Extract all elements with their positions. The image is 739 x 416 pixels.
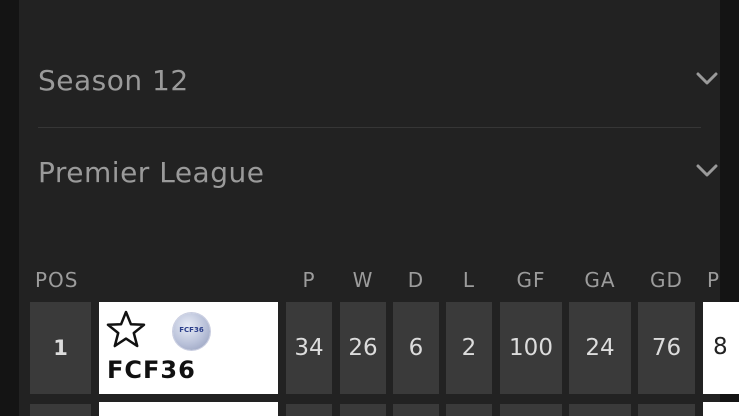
col-header-won: W [352, 268, 374, 292]
played-cell: 34 [286, 302, 332, 394]
team-name: FCF36 [107, 356, 196, 384]
col-header-goal-diff: GD [650, 268, 683, 292]
col-header-lost: L [462, 268, 476, 292]
league-label: Premier League [38, 156, 265, 189]
points-value: 8 [713, 334, 728, 360]
col-header-played: P [302, 268, 316, 292]
goal-diff-cell: 76 [638, 302, 695, 394]
drawn-cell: 6 [393, 302, 439, 394]
goals-for-cell [500, 404, 562, 416]
club-badge: FCF36 [173, 313, 210, 350]
played-cell [286, 404, 332, 416]
col-header-points: P [707, 268, 721, 292]
col-header-goals-for: GF [516, 268, 546, 292]
col-header-drawn: D [407, 268, 425, 292]
star-icon[interactable] [106, 310, 146, 350]
won-cell [340, 404, 386, 416]
won-cell: 26 [340, 302, 386, 394]
goals-against-cell: 24 [569, 302, 631, 394]
points-cell [703, 402, 739, 416]
position-cell: 1 [30, 302, 91, 394]
lost-cell: 2 [446, 302, 492, 394]
chevron-down-icon [696, 164, 718, 177]
divider [38, 127, 701, 128]
team-card[interactable]: FCF36 FCF36 [99, 302, 278, 394]
team-card [99, 402, 278, 416]
chevron-down-icon [696, 72, 718, 85]
league-dropdown[interactable]: Premier League [38, 143, 720, 203]
points-cell: 8 [703, 302, 739, 394]
drawn-cell [393, 404, 439, 416]
col-header-goals-against: GA [584, 268, 616, 292]
goals-against-cell [569, 404, 631, 416]
goals-for-cell: 100 [500, 302, 562, 394]
season-dropdown[interactable]: Season 12 [38, 51, 720, 111]
goal-diff-cell [638, 404, 695, 416]
col-header-pos: POS [35, 268, 79, 292]
lost-cell [446, 404, 492, 416]
position-cell [30, 404, 91, 416]
club-badge-text: FCF36 [179, 326, 204, 334]
season-label: Season 12 [38, 64, 189, 97]
